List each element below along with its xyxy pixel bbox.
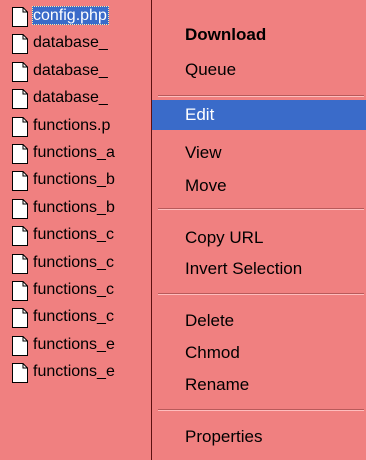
file-name: database_ [33, 34, 108, 51]
file-name: functions_e [33, 363, 115, 380]
menu-item-properties-label: Properties [185, 427, 263, 446]
menu-separator [158, 409, 364, 411]
file-row[interactable]: config.php [0, 3, 150, 30]
menu-item-rename-label: Rename [185, 375, 250, 394]
document-icon [12, 308, 28, 328]
document-icon [12, 336, 28, 356]
menu-item-download[interactable]: Download [152, 20, 366, 50]
context-menu: Download Queue Edit View Move Copy URL I… [151, 0, 366, 460]
file-row[interactable]: functions_b [0, 195, 150, 222]
menu-item-view[interactable]: View [152, 138, 366, 168]
file-list: config.php database_ database_ database_fun… [0, 0, 150, 460]
file-name: functions.p [33, 117, 111, 134]
file-name: functions_c [33, 281, 114, 298]
file-row[interactable]: functions_c [0, 304, 150, 331]
document-icon [12, 254, 28, 274]
file-row[interactable]: database_ [0, 58, 150, 85]
document-icon [12, 226, 28, 246]
document-icon [12, 363, 28, 383]
ftp-file-browser: config.php database_ database_ database_fun… [0, 0, 366, 460]
file-name: functions_a [33, 144, 115, 161]
file-row[interactable]: functions_c [0, 222, 150, 249]
file-name: functions_b [33, 171, 115, 188]
file-row[interactable]: functions_c [0, 277, 150, 304]
file-row[interactable]: functions.p [0, 113, 150, 140]
file-name: database_ [33, 62, 108, 79]
document-icon [12, 62, 28, 82]
menu-item-edit[interactable]: Edit [152, 100, 366, 130]
menu-item-chmod[interactable]: Chmod [152, 338, 366, 368]
document-icon [12, 34, 28, 54]
file-name: config.php [32, 6, 109, 25]
menu-item-edit-label: Edit [185, 105, 215, 124]
document-icon [12, 199, 28, 219]
document-icon [12, 7, 28, 27]
menu-item-view-label: View [185, 143, 222, 162]
file-row[interactable]: database_ [0, 30, 150, 57]
menu-item-download-label: Download [185, 25, 267, 44]
menu-item-properties[interactable]: Properties [152, 422, 366, 452]
menu-item-invert-selection[interactable]: Invert Selection [152, 254, 366, 284]
file-name: functions_c [33, 254, 114, 271]
file-row[interactable]: database_ [0, 85, 150, 112]
document-icon [12, 281, 28, 301]
document-icon [12, 171, 28, 191]
menu-item-queue-label: Queue [185, 60, 237, 79]
menu-separator [158, 208, 364, 210]
file-row[interactable]: functions_e [0, 359, 150, 386]
menu-item-delete[interactable]: Delete [152, 306, 366, 336]
file-name: functions_b [33, 199, 115, 216]
menu-item-invert-selection-label: Invert Selection [185, 259, 303, 278]
menu-separator [158, 293, 364, 295]
menu-item-copy-url-label: Copy URL [185, 228, 264, 247]
document-icon [12, 144, 28, 164]
file-row[interactable]: functions_b [0, 167, 150, 194]
file-name: functions_c [33, 226, 114, 243]
document-icon [12, 89, 28, 109]
file-row[interactable]: functions_c [0, 250, 150, 277]
menu-item-delete-label: Delete [185, 311, 235, 330]
menu-item-move-label: Move [185, 176, 227, 195]
menu-item-rename[interactable]: Rename [152, 370, 366, 400]
file-name: database_ [33, 89, 108, 106]
menu-item-chmod-label: Chmod [185, 343, 240, 362]
document-icon [12, 117, 28, 137]
file-name: functions_c [33, 308, 114, 325]
menu-item-move[interactable]: Move [152, 171, 366, 201]
file-row[interactable]: functions_a [0, 140, 150, 167]
file-name: functions_e [33, 336, 115, 353]
menu-item-queue[interactable]: Queue [152, 55, 366, 85]
menu-separator [158, 95, 364, 97]
file-row[interactable]: functions_e [0, 332, 150, 359]
menu-item-copy-url[interactable]: Copy URL [152, 223, 366, 253]
